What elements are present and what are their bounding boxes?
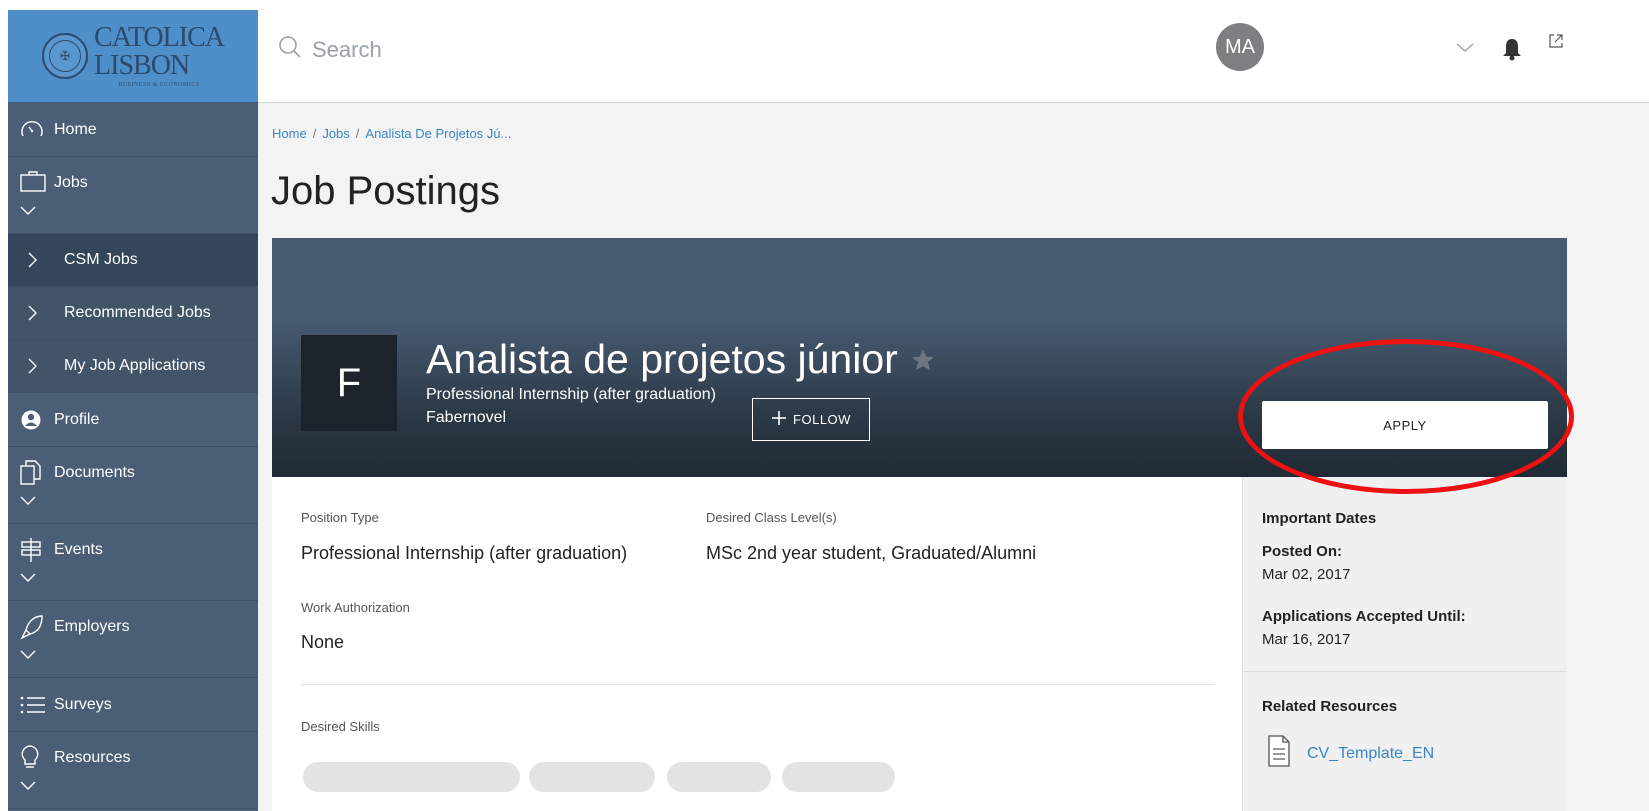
sidebar-item-recommended-jobs[interactable]: Recommended Jobs: [8, 287, 258, 340]
sidebar-item-label: Home: [54, 120, 97, 138]
position-type-value: Professional Internship (after graduatio…: [301, 543, 628, 563]
sidebar-item-my-job-applications[interactable]: My Job Applications: [8, 340, 258, 393]
sidebar-item-label: Employers: [54, 618, 130, 635]
sidebar-item-resources[interactable]: Resources: [8, 732, 258, 809]
chevron-down-icon[interactable]: [1456, 40, 1474, 58]
follow-button[interactable]: FOLLOW: [752, 398, 870, 441]
search-icon: [278, 35, 302, 64]
breadcrumb-current[interactable]: Analista De Projetos Jú...: [365, 126, 511, 141]
chevron-right-icon: [28, 358, 50, 374]
logo-line-2: LISBON: [94, 50, 190, 81]
avatar[interactable]: MA: [1216, 23, 1264, 71]
top-header: Search MA: [258, 10, 1649, 103]
search-bar[interactable]: Search: [278, 35, 382, 64]
briefcase-icon: [20, 170, 50, 192]
chevron-right-icon: [28, 252, 50, 268]
work-authorization-label: Work Authorization: [301, 600, 410, 615]
chevron-down-icon: [20, 647, 36, 665]
sidebar-item-home[interactable]: Home: [8, 103, 258, 157]
sidebar-item-label: Recommended Jobs: [64, 304, 211, 321]
external-link-icon[interactable]: [1548, 33, 1564, 54]
sidebar-item-label: Profile: [54, 410, 100, 428]
skill-tag: [667, 762, 771, 792]
breadcrumb-jobs[interactable]: Jobs: [322, 126, 349, 141]
job-details: Position Type Professional Internship (a…: [301, 477, 1214, 811]
chevron-down-icon: [20, 778, 36, 796]
logo-line-1: CATOLICA: [94, 22, 225, 53]
list-icon: [20, 695, 50, 715]
sidebar-item-surveys[interactable]: Surveys: [8, 678, 258, 732]
rocket-icon: [20, 614, 50, 640]
app-root: ✠ CATOLICA LISBON BUSINESS & ECONOMICS H…: [0, 0, 1649, 811]
accepted-until-value: Mar 16, 2017: [1262, 631, 1351, 648]
chevron-down-icon: [20, 570, 36, 588]
sidebar-item-profile[interactable]: Profile: [8, 393, 258, 447]
sidebar-item-label: Resources: [54, 749, 131, 766]
job-hero: F Analista de projetos júnior Profession…: [272, 238, 1567, 477]
sidebar-item-events[interactable]: Events: [8, 524, 258, 601]
company-logo: F: [301, 335, 397, 431]
sidebar: ✠ CATOLICA LISBON BUSINESS & ECONOMICS H…: [8, 10, 258, 811]
bell-icon[interactable]: [1501, 36, 1523, 67]
related-resources-heading: Related Resources: [1262, 698, 1398, 715]
sidebar-item-employers[interactable]: Employers: [8, 601, 258, 678]
sidebar-item-label: CSM Jobs: [64, 251, 138, 268]
breadcrumb-separator: /: [355, 126, 360, 141]
resource-link[interactable]: CV_Template_EN: [1307, 745, 1434, 763]
position-type-label: Position Type: [301, 510, 379, 525]
breadcrumb-home[interactable]: Home: [272, 126, 307, 141]
sidebar-item-label: Surveys: [54, 695, 112, 713]
job-title: Analista de projetos júnior: [426, 336, 936, 383]
company-name[interactable]: Fabernovel: [426, 409, 506, 427]
main-content: Home / Jobs / Analista De Projetos Jú...…: [258, 103, 1649, 811]
skill-tag: [782, 762, 895, 792]
section-divider: [301, 684, 1214, 685]
work-authorization-value: None: [301, 632, 345, 652]
sidebar-item-documents[interactable]: Documents: [8, 447, 258, 524]
skill-tag: [529, 762, 655, 792]
profile-icon: [20, 409, 50, 431]
sidebar-item-label: Jobs: [54, 174, 88, 191]
sidebar-item-label: Documents: [54, 464, 135, 481]
search-input[interactable]: Search: [312, 37, 382, 63]
important-dates-heading: Important Dates: [1262, 510, 1377, 527]
side-panel: Important Dates Posted On: Mar 02, 2017 …: [1242, 477, 1567, 811]
breadcrumb: Home / Jobs / Analista De Projetos Jú...: [272, 126, 511, 141]
documents-icon: [20, 460, 50, 486]
catolica-logo: ✠ CATOLICA LISBON BUSINESS & ECONOMICS: [42, 22, 225, 88]
sidebar-item-label: Events: [54, 541, 103, 558]
chevron-down-icon: [20, 203, 36, 221]
dashboard-icon: [20, 120, 50, 140]
sidebar-item-jobs[interactable]: Jobs: [8, 157, 258, 234]
accepted-until-label: Applications Accepted Until:: [1262, 608, 1466, 625]
breadcrumb-separator: /: [312, 126, 317, 141]
chevron-down-icon: [20, 493, 36, 511]
posted-on-value: Mar 02, 2017: [1262, 566, 1351, 583]
logo-area[interactable]: ✠ CATOLICA LISBON BUSINESS & ECONOMICS: [8, 10, 258, 103]
sidebar-item-label: My Job Applications: [64, 357, 206, 374]
follow-button-label: FOLLOW: [793, 412, 851, 427]
job-type: Professional Internship (after graduatio…: [426, 386, 716, 403]
side-divider: [1243, 671, 1567, 672]
job-title-text: Analista de projetos júnior: [426, 336, 898, 382]
posted-on-label: Posted On:: [1262, 543, 1343, 560]
chevron-right-icon: [28, 305, 50, 321]
resource-item[interactable]: CV_Template_EN: [1267, 735, 1434, 772]
document-icon: [1267, 735, 1291, 772]
job-posting-card: F Analista de projetos júnior Profession…: [272, 238, 1567, 811]
seal-icon: ✠: [42, 33, 89, 79]
lightbulb-icon: [20, 745, 50, 771]
sidebar-item-csm-jobs[interactable]: CSM Jobs: [8, 234, 258, 287]
apply-button[interactable]: APPLY: [1262, 401, 1548, 449]
desired-skills-label: Desired Skills: [301, 719, 380, 734]
page-title: Job Postings: [271, 169, 501, 213]
plus-icon: [771, 410, 787, 429]
signpost-icon: [20, 537, 50, 563]
logo-line-3: BUSINESS & ECONOMICS: [118, 82, 200, 88]
class-level-label: Desired Class Level(s): [706, 510, 837, 525]
skill-tag: [303, 762, 520, 792]
star-icon[interactable]: [910, 336, 936, 383]
class-level-value: MSc 2nd year student, Graduated/Alumni: [706, 543, 1037, 563]
